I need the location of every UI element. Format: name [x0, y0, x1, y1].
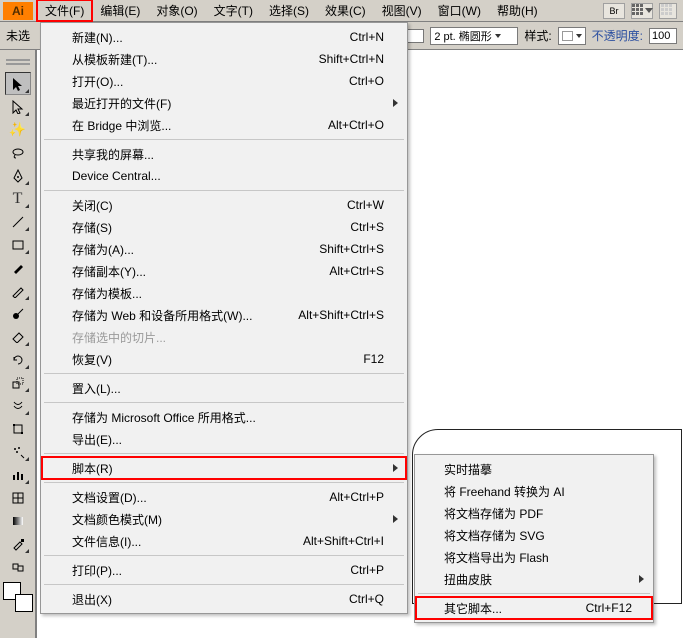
- rotate-tool[interactable]: [5, 348, 31, 371]
- menu-exit[interactable]: 退出(X)Ctrl+Q: [42, 588, 406, 610]
- script-export-flash[interactable]: 将文档导出为 Flash: [416, 546, 652, 568]
- blob-brush-tool[interactable]: [5, 302, 31, 325]
- menu-separator: [44, 373, 404, 374]
- menu-file[interactable]: 文件(F): [37, 0, 92, 21]
- screen-mode-button[interactable]: [659, 3, 677, 19]
- selection-tool[interactable]: [5, 72, 31, 95]
- menu-open[interactable]: 打开(O)...Ctrl+O: [42, 70, 406, 92]
- menu-separator: [44, 482, 404, 483]
- menu-browse-bridge[interactable]: 在 Bridge 中浏览...Alt+Ctrl+O: [42, 114, 406, 136]
- menu-save-for-web[interactable]: 存储为 Web 和设备所用格式(W)...Alt+Shift+Ctrl+S: [42, 304, 406, 326]
- chevron-down-icon: [576, 34, 582, 38]
- lasso-tool[interactable]: [5, 141, 31, 164]
- stroke-swatch[interactable]: [15, 594, 33, 612]
- stroke-profile-dropdown[interactable]: 2 pt. 椭圆形: [430, 27, 518, 45]
- menu-share-screen[interactable]: 共享我的屏幕...: [42, 143, 406, 165]
- script-save-as-pdf[interactable]: 将文档存储为 PDF: [416, 502, 652, 524]
- line-tool[interactable]: [5, 210, 31, 233]
- file-menu-dropdown: 新建(N)...Ctrl+N 从模板新建(T)...Shift+Ctrl+N 打…: [40, 22, 408, 614]
- graph-tool[interactable]: [5, 463, 31, 486]
- style-dropdown[interactable]: [558, 27, 586, 45]
- menu-save-copy[interactable]: 存储副本(Y)...Alt+Ctrl+S: [42, 260, 406, 282]
- menubar-right-icons: Br: [603, 3, 683, 19]
- script-warp-skin[interactable]: 扭曲皮肤: [416, 568, 652, 590]
- menu-save-for-ms-office[interactable]: 存储为 Microsoft Office 所用格式...: [42, 406, 406, 428]
- magic-wand-tool[interactable]: ✨: [5, 118, 31, 141]
- opacity-label[interactable]: 不透明度:: [592, 27, 643, 44]
- menu-export[interactable]: 导出(E)...: [42, 428, 406, 450]
- menu-file-info[interactable]: 文件信息(I)...Alt+Shift+Ctrl+I: [42, 530, 406, 552]
- menu-type[interactable]: 文字(T): [206, 0, 261, 21]
- menu-scripts[interactable]: 脚本(R): [42, 457, 406, 479]
- script-save-as-svg[interactable]: 将文档存储为 SVG: [416, 524, 652, 546]
- app-icon: Ai: [3, 2, 33, 20]
- eraser-tool[interactable]: [5, 325, 31, 348]
- menu-separator: [44, 555, 404, 556]
- blend-tool[interactable]: [5, 555, 31, 578]
- menu-new[interactable]: 新建(N)...Ctrl+N: [42, 26, 406, 48]
- rectangle-tool[interactable]: [5, 233, 31, 256]
- menu-edit[interactable]: 编辑(E): [92, 0, 148, 21]
- menu-save[interactable]: 存储(S)Ctrl+S: [42, 216, 406, 238]
- gradient-tool[interactable]: [5, 509, 31, 532]
- menu-effect[interactable]: 效果(C): [317, 0, 374, 21]
- type-tool[interactable]: T: [5, 187, 31, 210]
- script-other-scripts[interactable]: 其它脚本...Ctrl+F12: [416, 597, 652, 619]
- warp-tool[interactable]: [5, 394, 31, 417]
- free-transform-tool[interactable]: [5, 417, 31, 440]
- menu-help[interactable]: 帮助(H): [489, 0, 546, 21]
- menu-separator: [44, 402, 404, 403]
- pen-tool[interactable]: [5, 164, 31, 187]
- scripts-submenu: 实时描摹 将 Freehand 转换为 AI 将文档存储为 PDF 将文档存储为…: [414, 454, 654, 623]
- menu-bar: Ai 文件(F) 编辑(E) 对象(O) 文字(T) 选择(S) 效果(C) 视…: [0, 0, 683, 22]
- toolbox-grip[interactable]: [3, 54, 33, 69]
- scale-tool[interactable]: [5, 371, 31, 394]
- chevron-right-icon: [639, 575, 644, 583]
- menu-separator: [418, 593, 650, 594]
- menu-separator: [44, 190, 404, 191]
- stroke-profile-value: 2 pt. 椭圆形: [434, 28, 491, 44]
- selection-label: 未选: [6, 27, 30, 44]
- menu-device-central[interactable]: Device Central...: [42, 165, 406, 187]
- menu-object[interactable]: 对象(O): [148, 0, 205, 21]
- chevron-down-icon: [495, 34, 501, 38]
- menu-save-template[interactable]: 存储为模板...: [42, 282, 406, 304]
- menu-separator: [44, 584, 404, 585]
- menu-revert[interactable]: 恢复(V)F12: [42, 348, 406, 370]
- arrange-button[interactable]: [631, 3, 653, 19]
- menu-print[interactable]: 打印(P)...Ctrl+P: [42, 559, 406, 581]
- symbol-sprayer-tool[interactable]: [5, 440, 31, 463]
- paintbrush-tool[interactable]: [5, 256, 31, 279]
- eyedropper-tool[interactable]: [5, 532, 31, 555]
- chevron-right-icon: [393, 99, 398, 107]
- menu-document-color-mode[interactable]: 文档颜色模式(M): [42, 508, 406, 530]
- menu-view[interactable]: 视图(V): [374, 0, 430, 21]
- mesh-tool[interactable]: [5, 486, 31, 509]
- pencil-tool[interactable]: [5, 279, 31, 302]
- opacity-input[interactable]: [649, 28, 677, 44]
- menu-save-as[interactable]: 存储为(A)...Shift+Ctrl+S: [42, 238, 406, 260]
- menu-close[interactable]: 关闭(C)Ctrl+W: [42, 194, 406, 216]
- menu-save-selected-slices: 存储选中的切片...: [42, 326, 406, 348]
- menu-document-setup[interactable]: 文档设置(D)...Alt+Ctrl+P: [42, 486, 406, 508]
- direct-selection-tool[interactable]: [5, 95, 31, 118]
- color-swatches[interactable]: [3, 582, 33, 612]
- bridge-button[interactable]: Br: [603, 3, 625, 19]
- chevron-right-icon: [393, 464, 398, 472]
- menu-open-recent[interactable]: 最近打开的文件(F): [42, 92, 406, 114]
- script-live-trace[interactable]: 实时描摹: [416, 458, 652, 480]
- menu-separator: [44, 139, 404, 140]
- menu-window[interactable]: 窗口(W): [430, 0, 489, 21]
- script-freehand-to-ai[interactable]: 将 Freehand 转换为 AI: [416, 480, 652, 502]
- menu-place[interactable]: 置入(L)...: [42, 377, 406, 399]
- stroke-swatch[interactable]: [406, 29, 424, 43]
- menu-select[interactable]: 选择(S): [261, 0, 317, 21]
- menu-separator: [44, 453, 404, 454]
- chevron-down-icon: [645, 8, 653, 13]
- style-label: 样式:: [524, 27, 551, 44]
- chevron-right-icon: [393, 515, 398, 523]
- toolbox: ✨ T: [0, 50, 36, 638]
- menu-new-from-template[interactable]: 从模板新建(T)...Shift+Ctrl+N: [42, 48, 406, 70]
